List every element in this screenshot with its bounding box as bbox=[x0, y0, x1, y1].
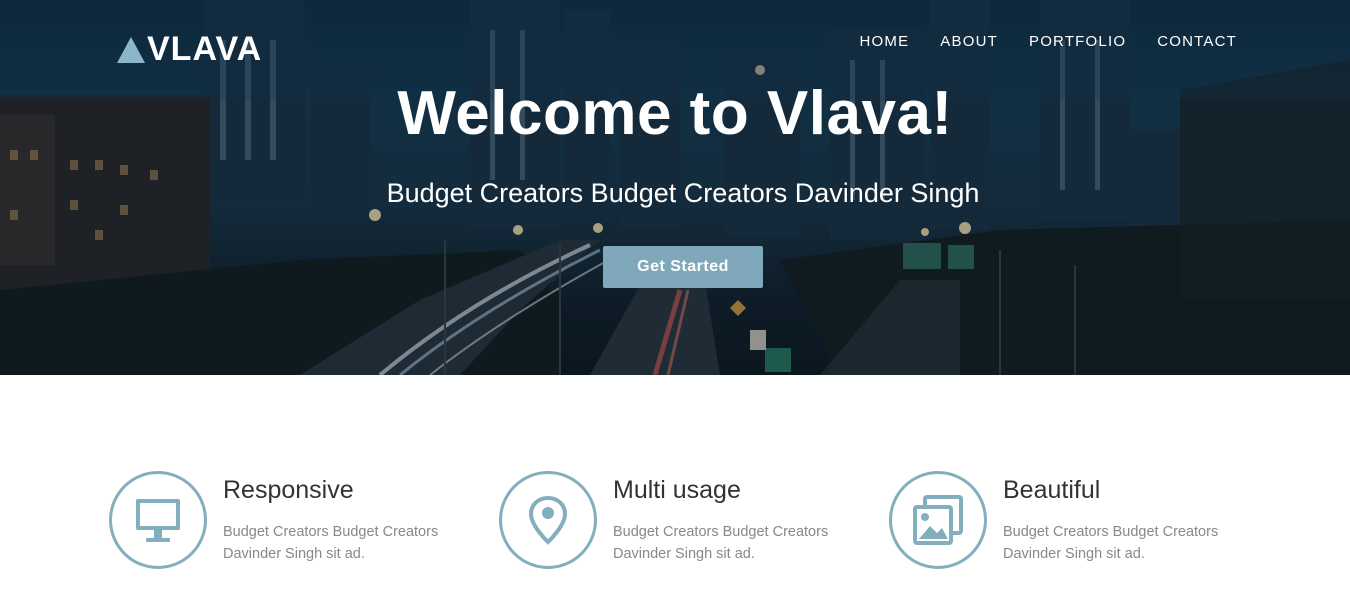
get-started-button[interactable]: Get Started bbox=[603, 246, 763, 288]
feature-title: Beautiful bbox=[1003, 476, 1101, 504]
hero-subheading: Budget Creators Budget Creators Davinder… bbox=[386, 178, 980, 208]
nav-item-home[interactable]: HOME bbox=[859, 33, 909, 51]
nav-item-portfolio[interactable]: PORTFOLIO bbox=[1029, 33, 1126, 51]
feature-description: Budget Creators Budget Creators Davinder… bbox=[613, 524, 829, 562]
feature-description: Budget Creators Budget Creators Davinder… bbox=[1003, 524, 1219, 562]
feature-icon-circle bbox=[499, 471, 597, 569]
feature-title: Responsive bbox=[223, 476, 354, 504]
feature-icon-circle bbox=[109, 471, 207, 569]
image-gallery-icon bbox=[913, 495, 963, 545]
map-pin-icon bbox=[528, 495, 568, 545]
feature-description: Budget Creators Budget Creators Davinder… bbox=[223, 524, 439, 562]
feature-icon-circle bbox=[889, 471, 987, 569]
feature-responsive: Responsive Budget Creators Budget Creato… bbox=[109, 471, 469, 571]
nav-item-about[interactable]: ABOUT bbox=[940, 33, 998, 51]
hero-section: VLAVA HOME ABOUT PORTFOLIO CONTACT Welco… bbox=[0, 0, 1350, 375]
monitor-icon bbox=[136, 499, 180, 542]
hero-headline: Welcome to Vlava! bbox=[397, 79, 953, 148]
brand-name: VLAVA bbox=[147, 30, 263, 68]
feature-title: Multi usage bbox=[613, 476, 741, 504]
nav-item-contact[interactable]: CONTACT bbox=[1157, 33, 1237, 51]
brand-logo[interactable]: VLAVA bbox=[117, 30, 262, 68]
logo-triangle-icon bbox=[117, 37, 145, 63]
main-nav: HOME ABOUT PORTFOLIO CONTACT bbox=[859, 33, 1237, 51]
feature-beautiful: Beautiful Budget Creators Budget Creator… bbox=[889, 471, 1249, 571]
feature-multi-usage: Multi usage Budget Creators Budget Creat… bbox=[499, 471, 859, 571]
